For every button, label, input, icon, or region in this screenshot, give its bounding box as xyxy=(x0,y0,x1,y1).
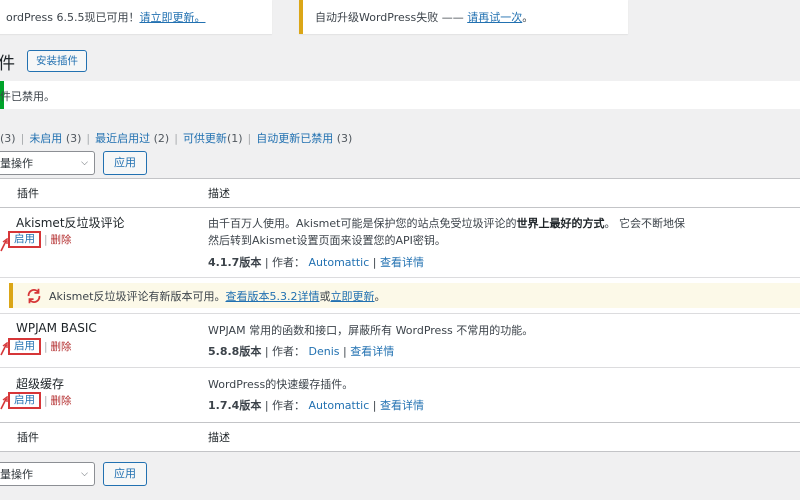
red-arrow-icon xyxy=(0,396,8,410)
bulk-actions-top: 量操作 ⌵ 应用 xyxy=(0,151,147,175)
filter-separator: | xyxy=(174,132,178,145)
delete-link[interactable]: 删除 xyxy=(51,232,72,247)
auto-update-failed-notice: 自动升级WordPress失败 —— 请再试一次。 xyxy=(299,0,628,34)
plugin-description: WPJAM 常用的函数和接口，屏蔽所有 WordPress 不常用的功能。 xyxy=(208,324,534,337)
plugin-meta: 5.8.8版本 | 作者： Denis | 查看详情 xyxy=(208,345,395,358)
activate-link[interactable]: 启用 xyxy=(8,338,41,355)
plugin-actions: 启用 | 删除 xyxy=(8,392,72,409)
page-title: 件 xyxy=(0,53,15,74)
plugin-name: WPJAM BASIC xyxy=(16,321,97,335)
plugin-actions: 启用 | 删除 xyxy=(8,338,72,355)
filter-all[interactable]: (3) xyxy=(0,132,16,145)
plugin-meta: 4.1.7版本 | 作者： Automattic | 查看详情 xyxy=(208,256,424,269)
install-plugin-button[interactable]: 安装插件 xyxy=(27,50,87,72)
update-now-link[interactable]: 请立即更新。 xyxy=(139,11,205,24)
chevron-down-icon: ⌵ xyxy=(81,469,88,479)
column-description: 描述 xyxy=(208,187,230,200)
bulk-action-select[interactable]: 量操作 ⌵ xyxy=(0,151,95,175)
update-available-notice: ordPress 6.5.5现已可用！请立即更新。 xyxy=(0,0,272,34)
red-arrow-icon xyxy=(0,238,8,252)
filter-separator: | xyxy=(20,132,25,145)
filter-separator: | xyxy=(247,132,252,145)
table-row: 超级缓存 启用 | 删除 WordPress的快速缓存插件。 1.7.4版本 |… xyxy=(0,368,800,422)
filter-update-available[interactable]: 可供更新(1) xyxy=(183,132,243,145)
red-arrow-icon xyxy=(0,342,8,356)
plugin-update-notice: Akismet反垃圾评论有新版本可用。 查看版本5.3.2详情或立即更新。 xyxy=(9,283,800,308)
plugin-version: 1.7.4版本 xyxy=(208,399,262,412)
view-details-link[interactable]: 查看详情 xyxy=(380,256,424,269)
plugin-meta: 1.7.4版本 | 作者： Automattic | 查看详情 xyxy=(208,399,424,412)
filter-recently-active[interactable]: 最近启用过 (2) xyxy=(95,132,169,145)
column-plugin: 插件 xyxy=(17,187,39,200)
bulk-action-value: 量操作 xyxy=(0,157,33,170)
plugin-author-link[interactable]: Denis xyxy=(309,345,340,358)
table-row: Akismet反垃圾评论 启用 | 删除 由千百万人使用。Akismet可能是保… xyxy=(0,208,800,278)
page-header: 件 安装插件 xyxy=(0,48,87,74)
plugin-author-link[interactable]: Automattic xyxy=(309,399,370,412)
update-available-text: Akismet反垃圾评论有新版本可用。 xyxy=(49,289,226,303)
apply-button[interactable]: 应用 xyxy=(103,462,147,486)
update-now-inline-link[interactable]: 立即更新 xyxy=(330,288,374,304)
delete-link[interactable]: 删除 xyxy=(51,339,72,354)
plugin-description: 由千百万人使用。Akismet可能是保护您的站点免受垃圾评论的世界上最好的方式。… xyxy=(208,217,685,230)
filter-separator: | xyxy=(86,132,91,145)
action-separator: | xyxy=(44,340,48,353)
plugin-name: Akismet反垃圾评论 xyxy=(16,216,125,230)
bulk-actions-bottom: 量操作 ⌵ 应用 xyxy=(0,462,147,486)
plugin-status-filters: (3) | 未启用 (3) | 最近启用过 (2) | 可供更新(1) | 自动更新已禁用 (3… xyxy=(0,130,352,146)
plugins-table: 插件 描述 Akismet反垃圾评论 启用 | 删除 由千百万人使用。Akism… xyxy=(0,178,800,452)
bulk-action-value: 量操作 xyxy=(0,468,33,481)
update-notice-text: ordPress 6.5.5现已可用！ xyxy=(6,11,140,24)
table-row: WPJAM BASIC 启用 | 删除 WPJAM 常用的函数和接口，屏蔽所有 … xyxy=(0,314,800,368)
deactivated-message: 件已禁用。 xyxy=(0,90,55,103)
delete-link[interactable]: 删除 xyxy=(51,393,72,408)
retry-link[interactable]: 请再试一次 xyxy=(467,11,522,24)
filter-auto-update-disabled[interactable]: 自动更新已禁用 (3) xyxy=(256,132,352,145)
apply-button[interactable]: 应用 xyxy=(103,151,147,175)
action-separator: | xyxy=(44,394,48,407)
table-header: 插件 描述 xyxy=(0,179,800,208)
auto-update-suffix: 。 xyxy=(522,11,534,24)
activate-link[interactable]: 启用 xyxy=(8,392,41,409)
chevron-down-icon: ⌵ xyxy=(81,158,88,168)
plugin-name: 超级缓存 xyxy=(16,377,65,391)
column-description: 描述 xyxy=(208,431,230,444)
plugin-deactivated-notice: 件已禁用。 xyxy=(0,81,800,109)
plugin-version: 5.8.8版本 xyxy=(208,345,262,358)
action-separator: | xyxy=(44,233,48,246)
plugin-description-line2: 然后转到Akismet设置页面来设置您的API密钥。 xyxy=(208,234,446,247)
column-plugin: 插件 xyxy=(17,431,39,444)
view-version-details-link[interactable]: 查看版本5.3.2详情 xyxy=(225,288,319,304)
plugin-author-link[interactable]: Automattic xyxy=(309,256,370,269)
view-details-link[interactable]: 查看详情 xyxy=(350,345,394,358)
plugin-version: 4.1.7版本 xyxy=(208,256,262,269)
plugin-description: WordPress的快速缓存插件。 xyxy=(208,378,354,391)
update-refresh-icon xyxy=(27,288,41,303)
view-details-link[interactable]: 查看详情 xyxy=(380,399,424,412)
table-footer: 插件 描述 xyxy=(0,422,800,451)
activate-link[interactable]: 启用 xyxy=(8,231,41,248)
plugin-actions: 启用 | 删除 xyxy=(8,231,72,248)
plugin-update-row: Akismet反垃圾评论有新版本可用。 查看版本5.3.2详情或立即更新。 xyxy=(0,278,800,314)
auto-update-text: 自动升级WordPress失败 —— xyxy=(315,11,468,24)
bulk-action-select[interactable]: 量操作 ⌵ xyxy=(0,462,95,486)
filter-inactive[interactable]: 未启用 (3) xyxy=(29,132,81,145)
